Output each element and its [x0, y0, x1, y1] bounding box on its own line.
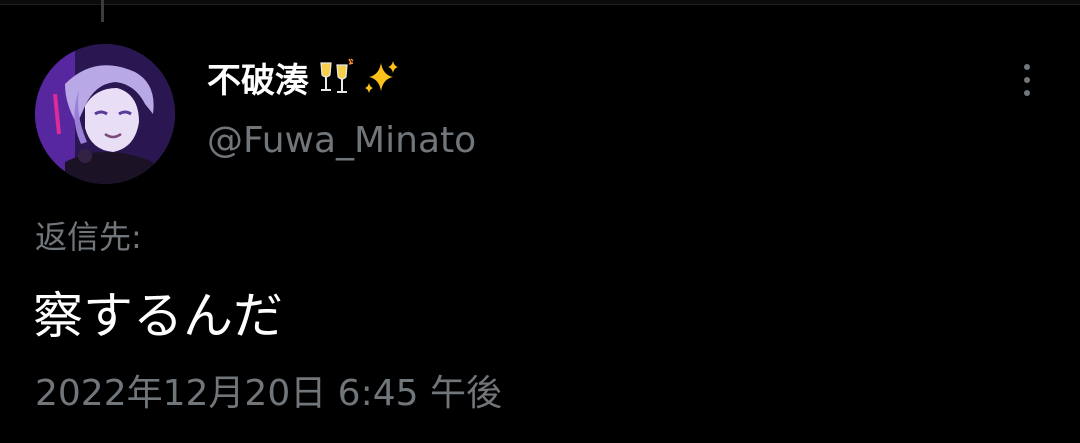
more-options-button[interactable]	[1010, 60, 1044, 100]
author-display-name[interactable]: 不破湊	[207, 50, 401, 104]
clinking-glasses-icon	[315, 57, 355, 97]
more-options-dot	[1024, 77, 1030, 83]
top-divider	[0, 0, 1080, 5]
avatar-image	[35, 44, 175, 184]
sparkles-icon	[361, 57, 401, 97]
reply-to-label: 返信先:	[35, 218, 142, 256]
display-name-text: 不破湊	[207, 60, 309, 101]
more-options-dot	[1024, 90, 1030, 96]
avatar[interactable]	[35, 44, 175, 184]
tweet-text: 察するんだ	[33, 287, 283, 345]
author-handle[interactable]: @Fuwa_Minato	[207, 120, 476, 161]
tweet-timestamp[interactable]: 2022年12月20日 6:45 午後	[35, 364, 502, 416]
thread-connector-line	[101, 0, 104, 22]
more-options-icon	[1024, 64, 1030, 70]
